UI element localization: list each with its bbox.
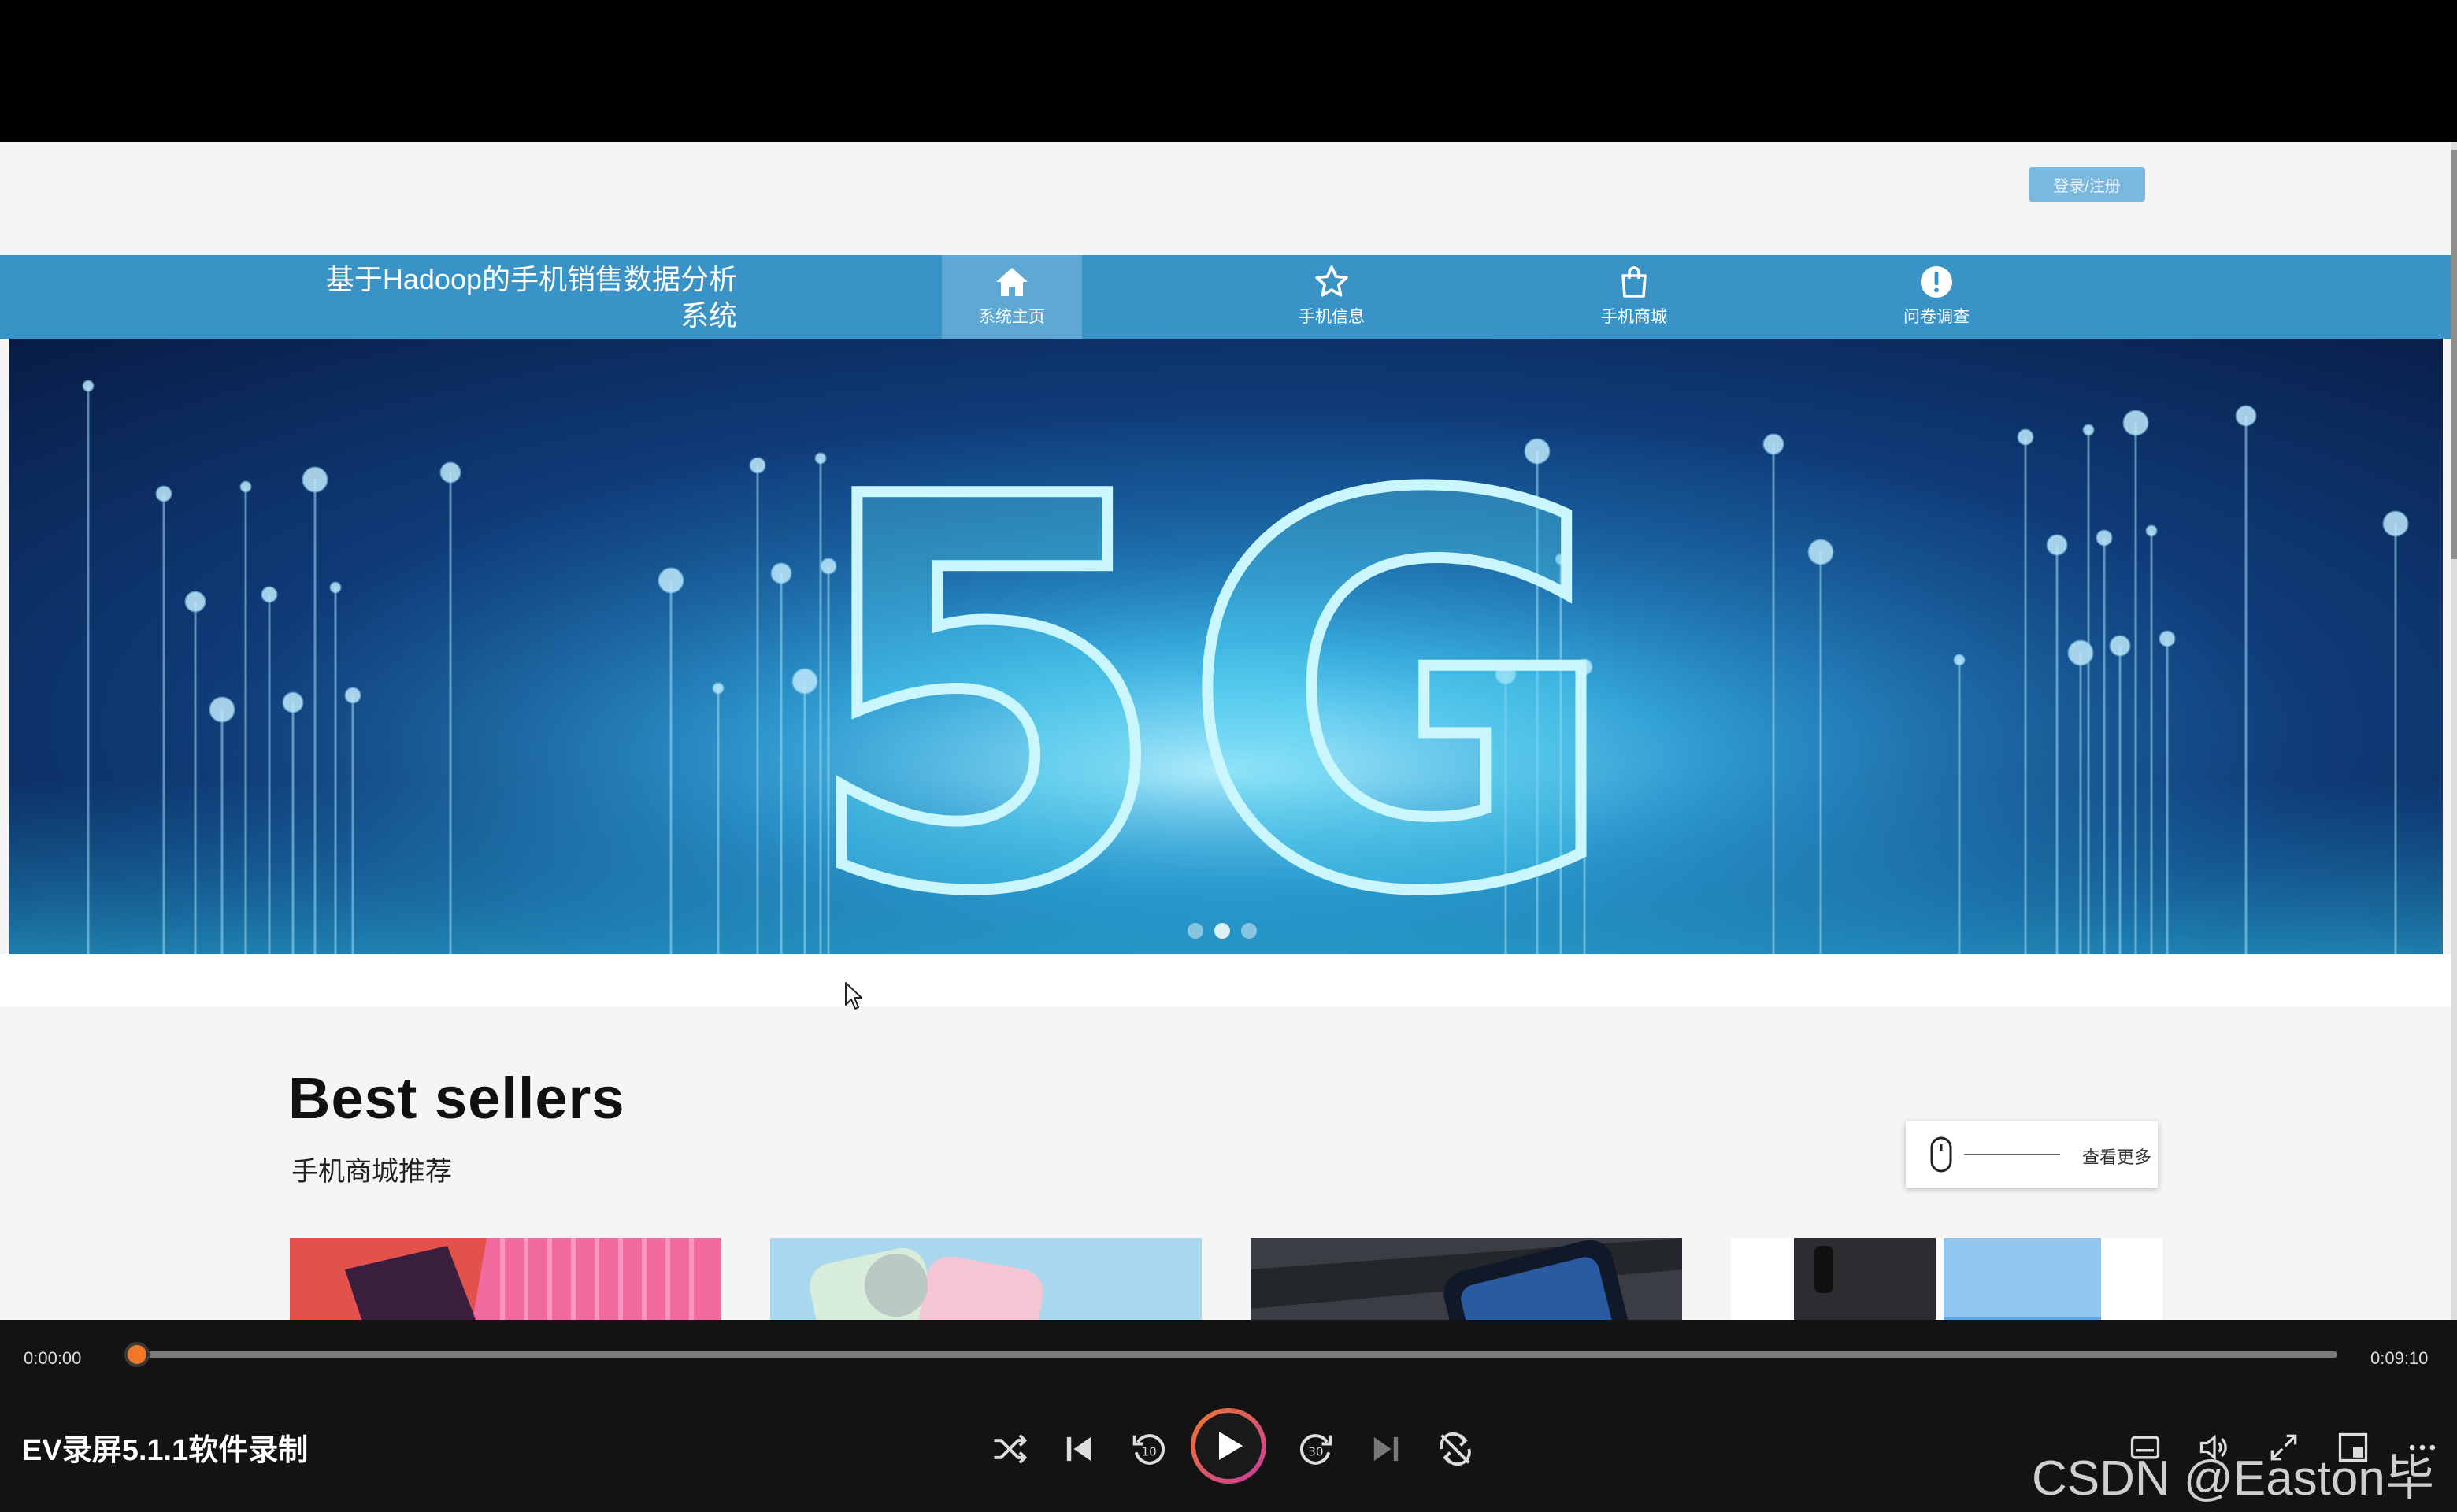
next-icon[interactable]: [1366, 1429, 1406, 1469]
product-card-4[interactable]: [1731, 1238, 2162, 1320]
light-orb: [302, 466, 328, 493]
banner-bottom-strip: [0, 954, 2451, 1006]
brand-line-2: 系统: [680, 299, 737, 332]
light-orb: [239, 480, 252, 493]
light-orb: [2109, 635, 2131, 657]
mouse-scroll-icon: [1930, 1136, 1952, 1173]
play-button[interactable]: [1191, 1408, 1266, 1484]
svg-text:10: 10: [1141, 1445, 1156, 1459]
total-time: 0:09:10: [2370, 1348, 2429, 1368]
product-image: [1731, 1238, 2162, 1320]
light-orb: [1762, 433, 1784, 455]
scrollbar-thumb[interactable]: [2451, 150, 2457, 559]
nav-item-label: 手机信息: [1299, 308, 1365, 326]
best-sellers-subtitle: 手机商城推荐: [291, 1157, 452, 1187]
light-orb: [344, 687, 361, 704]
light-orb: [2082, 424, 2095, 436]
nav-item-label: 问卷调查: [1903, 308, 1970, 326]
login-register-button[interactable]: 登录/注册: [2029, 167, 2145, 202]
forward-30-icon[interactable]: 30: [1296, 1429, 1337, 1469]
light-orb: [658, 567, 684, 594]
light-orb: [2145, 524, 2158, 537]
light-orb: [712, 682, 724, 695]
website-viewport: 登录/注册 基于Hadoop的手机销售数据分析 系统 系统主页 手机信息 手机商…: [0, 142, 2451, 1320]
shuffle-icon[interactable]: [989, 1429, 1030, 1469]
current-time: 0:00:00: [24, 1348, 82, 1368]
recording-title: EV录屏5.1.1软件录制: [22, 1434, 309, 1467]
light-orb: [2017, 428, 2034, 446]
site-brand: 基于Hadoop的手机销售数据分析 系统: [260, 261, 737, 334]
csdn-watermark: CSDN @Easton毕设: [2032, 1451, 2434, 1506]
light-orb: [770, 562, 792, 584]
banner-5g-text: 5G: [800, 386, 1628, 954]
nav-item-phone-mall[interactable]: 手机商城: [1564, 255, 1704, 339]
divider-line: [1964, 1154, 2060, 1155]
light-orb: [749, 457, 766, 474]
star-icon: [1315, 265, 1348, 297]
product-image: [290, 1238, 721, 1320]
top-black-bar: [0, 0, 2457, 142]
light-orb: [184, 591, 206, 613]
light-orb: [2382, 510, 2409, 537]
light-orb: [261, 586, 278, 603]
light-orb: [155, 485, 172, 502]
nav-item-label: 系统主页: [979, 308, 1045, 326]
light-orb: [439, 461, 461, 484]
light-orb: [2235, 405, 2257, 427]
nav-item-phone-info[interactable]: 手机信息: [1262, 255, 1402, 339]
best-sellers-title: Best sellers: [288, 1065, 625, 1131]
brand-line-1: 基于Hadoop的手机销售数据分析: [325, 263, 737, 295]
nav-item-label: 手机商城: [1601, 308, 1667, 326]
product-image: [1251, 1238, 1682, 1320]
light-orb: [209, 696, 235, 723]
mouse-cursor-icon: [845, 982, 862, 1010]
light-orb: [1807, 539, 1834, 565]
nav-item-home[interactable]: 系统主页: [942, 255, 1082, 339]
repeat-off-icon[interactable]: [1435, 1429, 1476, 1469]
product-card-3[interactable]: [1251, 1238, 1682, 1320]
view-more-button[interactable]: 查看更多: [1906, 1121, 2158, 1188]
exclamation-icon: [1921, 266, 1952, 298]
video-player-controls: 0:00:00 0:09:10 EV录屏5.1.1软件录制 10 30 CSDN…: [0, 1320, 2457, 1512]
home-icon: [996, 268, 1028, 296]
progress-bar[interactable]: [135, 1351, 2337, 1358]
carousel-dot-active: [1214, 923, 1230, 939]
screen: 登录/注册 基于Hadoop的手机销售数据分析 系统 系统主页 手机信息 手机商…: [0, 0, 2457, 1512]
light-orb: [1953, 654, 1966, 666]
product-image: [770, 1238, 1202, 1320]
view-more-label: 查看更多: [2082, 1147, 2152, 1167]
light-orb: [2096, 529, 2113, 547]
play-icon: [1219, 1432, 1243, 1460]
page-scrollbar[interactable]: [2451, 142, 2457, 1320]
nav-item-survey[interactable]: 问卷调查: [1866, 255, 2007, 339]
carousel-dot: [1188, 923, 1203, 939]
light-orb: [82, 380, 94, 392]
hero-banner[interactable]: 5G: [9, 339, 2443, 954]
rewind-10-icon[interactable]: 10: [1128, 1429, 1169, 1469]
light-orb: [282, 691, 304, 713]
light-orb: [2122, 410, 2149, 436]
carousel-dots[interactable]: [1188, 923, 1257, 939]
main-navbar: 基于Hadoop的手机销售数据分析 系统 系统主页 手机信息 手机商城 问卷调查: [0, 255, 2451, 339]
carousel-dot: [1241, 923, 1257, 939]
light-orb: [2046, 534, 2068, 556]
light-orb: [2159, 630, 2176, 647]
light-orb: [329, 581, 342, 594]
previous-icon[interactable]: [1058, 1429, 1099, 1469]
shopping-bag-icon: [1621, 266, 1647, 298]
product-card-1[interactable]: [290, 1238, 721, 1320]
product-card-2[interactable]: [770, 1238, 1202, 1320]
progress-knob[interactable]: [124, 1342, 150, 1367]
banner-artwork: 5G: [9, 339, 2443, 954]
svg-text:30: 30: [1308, 1445, 1323, 1459]
